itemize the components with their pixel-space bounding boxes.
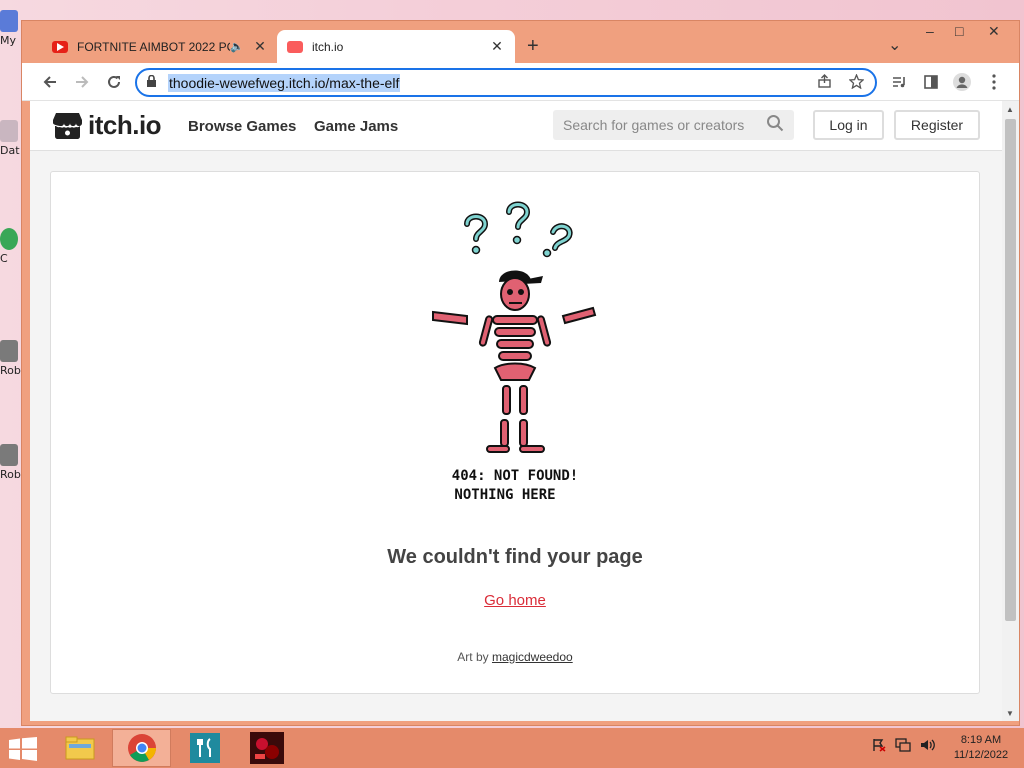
game-thumbnail-icon [249,732,284,764]
fork-knife-icon [189,733,220,763]
forward-button[interactable] [70,70,94,94]
new-tab-button[interactable]: + [527,35,539,58]
desktop-icon-label: Rob [0,468,21,481]
desktop-icon-my-computer[interactable]: My [0,10,22,47]
desktop-icon-roblox-2[interactable]: Rob [0,444,22,481]
itchio-logo[interactable]: itch.io [52,110,162,141]
taskbar-food-app[interactable] [175,729,234,767]
close-window-button[interactable]: ✕ [988,23,1000,40]
roblox-icon [0,340,18,362]
profile-avatar-icon[interactable] [950,70,974,94]
taskbar-file-explorer[interactable] [50,729,109,767]
desktop-icon-roblox-1[interactable]: Rob [0,340,22,377]
side-panel-icon[interactable] [919,70,943,94]
login-button[interactable]: Log in [813,110,884,140]
desktop-icon-label: Rob [0,364,21,377]
search-icon[interactable] [766,114,794,137]
tab-youtube[interactable]: FORTNITE AIMBOT 2022 PC 🔈 ✕ [42,30,278,63]
chrome-icon [0,228,18,250]
speaker-icon[interactable]: 🔈 [230,40,244,53]
reload-button[interactable] [102,70,126,94]
tab-search-icon[interactable]: ⌄ [888,35,901,55]
tab-title: itch.io [312,39,344,54]
lock-icon [146,74,168,91]
restore-button[interactable]: □ [955,23,963,39]
artist-link[interactable]: magicdweedoo [492,650,573,664]
url-text[interactable]: thoodie-wewefweg.itch.io/max-the-elf [168,73,401,92]
logo-text: itch.io [88,110,162,140]
itchio-favicon-icon [287,40,303,53]
taskbar: 8:19 AM 11/12/2022 [0,728,1024,768]
network-icon[interactable] [895,738,911,755]
credit-prefix: Art by [457,650,489,664]
media-control-icon[interactable] [887,70,911,94]
nav-game-jams[interactable]: Game Jams [314,118,398,135]
volume-icon[interactable] [920,738,936,755]
skeleton-404-illustration: 404: NOT FOUND! NOTHING HERE [432,201,597,503]
not-found-card: 404: NOT FOUND! NOTHING HERE We couldn't… [50,171,980,694]
system-tray [872,738,936,755]
browser-window: FORTNITE AIMBOT 2022 PC 🔈 ✕ itch.io ✕ + … [21,20,1020,726]
scrollbar-thumb[interactable] [1005,119,1016,621]
taskbar-chrome[interactable] [112,729,171,767]
vertical-scrollbar[interactable]: ▲ ▼ [1002,101,1019,721]
action-center-flag-icon[interactable] [872,738,886,755]
search-placeholder: Search for games or creators [563,117,745,133]
nav-browse-games[interactable]: Browse Games [188,118,296,135]
address-bar[interactable]: thoodie-wewefweg.itch.io/max-the-elf [135,68,877,97]
site-header: itch.io Browse Games Game Jams Search fo… [30,101,1002,151]
page-heading: We couldn't find your page [387,546,643,568]
desktop-icon-chrome[interactable]: C [0,228,22,265]
desktop-icon-data[interactable]: Dat [0,120,22,157]
register-button[interactable]: Register [894,110,980,140]
minimize-button[interactable]: – [926,23,934,39]
youtube-icon [52,40,68,53]
share-icon[interactable] [817,74,832,93]
windows-start-icon[interactable] [9,737,37,761]
arrow-left-icon [43,76,56,88]
art-caption-line2: NOTHING HERE [454,487,555,503]
tab-strip: FORTNITE AIMBOT 2022 PC 🔈 ✕ itch.io ✕ + … [22,21,1019,63]
page-viewport: itch.io Browse Games Game Jams Search fo… [30,101,1002,721]
desktop-icon-label: My [0,34,17,47]
chrome-icon [127,734,156,762]
scroll-down-icon[interactable]: ▼ [1006,709,1014,718]
tab-itchio[interactable]: itch.io ✕ [277,30,515,63]
system-clock[interactable]: 8:19 AM 11/12/2022 [946,733,1016,763]
roblox-icon [0,444,18,466]
reload-icon [108,75,120,88]
taskbar-game-app[interactable] [237,729,296,767]
file-icon [0,120,18,142]
back-button[interactable] [38,70,62,94]
clock-time: 8:19 AM [960,734,1002,746]
folder-icon [65,736,94,760]
scroll-up-icon[interactable]: ▲ [1006,105,1014,114]
art-caption-line1: 404: NOT FOUND! [452,468,578,484]
go-home-link[interactable]: Go home [51,592,979,609]
browser-toolbar: thoodie-wewefweg.itch.io/max-the-elf [22,63,1019,101]
desktop-icon-label: C [0,252,8,265]
clock-date: 11/12/2022 [953,749,1009,761]
tab-close-button[interactable]: ✕ [252,38,268,55]
art-credit: Art by magicdweedoo [51,650,979,664]
tab-title: FORTNITE AIMBOT 2022 PC [77,39,231,54]
computer-icon [0,10,18,32]
desktop-icon-label: Dat [0,144,20,157]
tab-close-button[interactable]: ✕ [489,38,505,55]
menu-kebab-icon[interactable] [982,70,1006,94]
arrow-right-icon [76,76,89,88]
bookmark-star-icon[interactable] [848,73,865,93]
itchio-logo-icon [53,112,82,139]
search-input[interactable]: Search for games or creators [553,110,794,140]
